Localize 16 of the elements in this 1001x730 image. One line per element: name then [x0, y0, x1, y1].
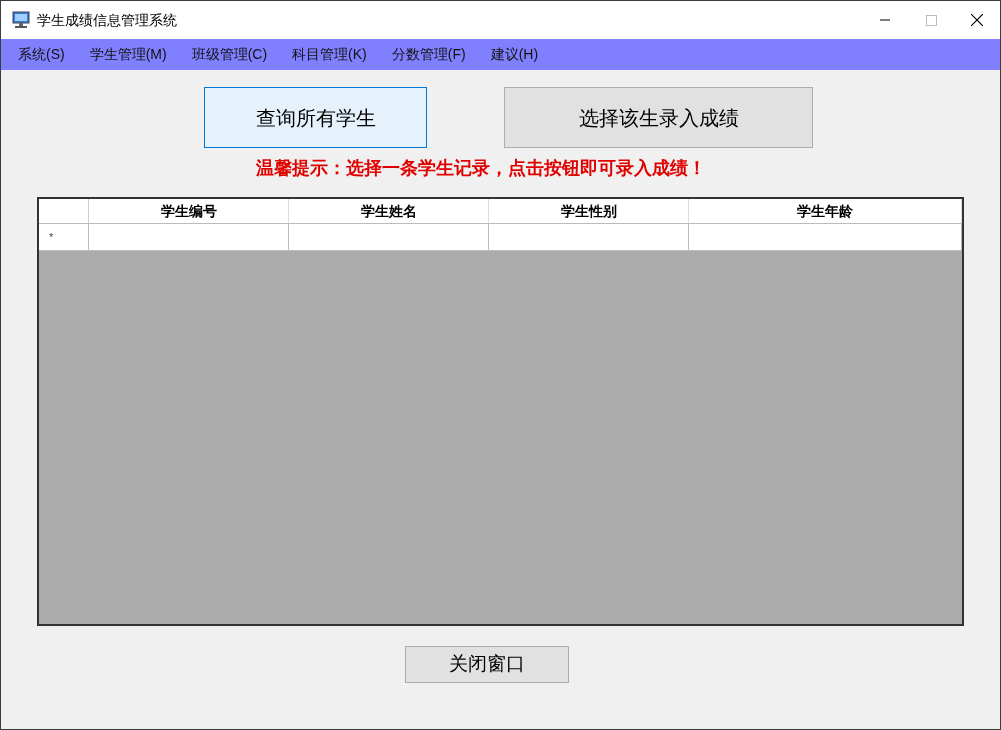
- menu-item[interactable]: 学生管理(M): [82, 42, 174, 67]
- menu-item[interactable]: 班级管理(C): [184, 42, 275, 67]
- new-row-marker: *: [49, 229, 54, 245]
- minimize-icon: [880, 19, 890, 21]
- window-title: 学生成绩信息管理系统: [37, 10, 177, 30]
- hint-text: 温馨提示：选择一条学生记录，点击按钮即可录入成绩！: [255, 157, 707, 180]
- maximize-icon: [925, 14, 937, 26]
- menu-item[interactable]: 系统(S): [11, 42, 72, 67]
- menu-item[interactable]: 建议(H): [483, 42, 546, 67]
- menu-item[interactable]: 科目管理(K): [285, 42, 374, 67]
- close-icon: [971, 14, 983, 26]
- close-window-button[interactable]: 关闭窗口: [404, 646, 569, 683]
- action-button[interactable]: 选择该生录入成绩: [504, 87, 813, 148]
- menu-item[interactable]: 分数管理(F): [384, 42, 473, 67]
- computer-icon: [11, 10, 31, 30]
- action-button[interactable]: 查询所有学生: [204, 87, 427, 148]
